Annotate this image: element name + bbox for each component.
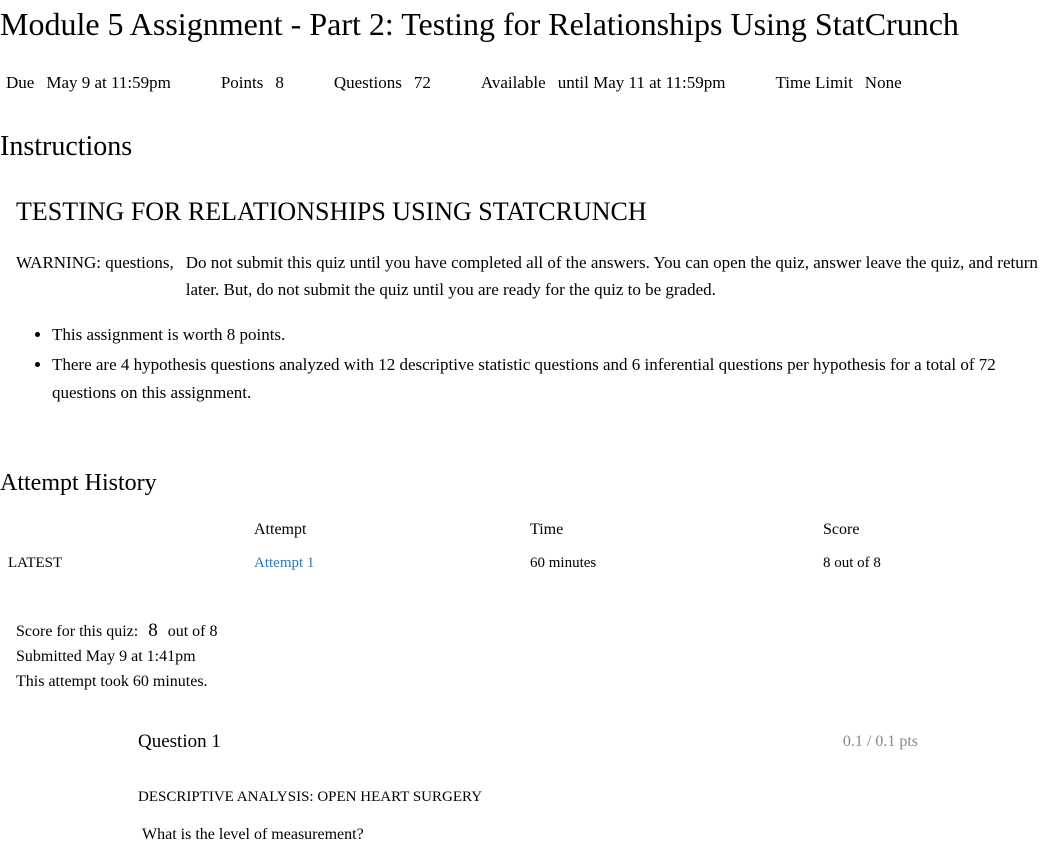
instructions-heading: Instructions (0, 131, 1062, 163)
meta-timelimit: Time Limit None (775, 73, 901, 93)
duration-line: This attempt took 60 minutes. (16, 670, 1062, 695)
meta-questions: Questions 72 (334, 73, 431, 93)
timelimit-value: None (865, 73, 902, 93)
score-earned: 8 (148, 616, 158, 645)
points-value: 8 (275, 73, 284, 93)
question-card: Question 1 0.1 / 0.1 pts DESCRIPTIVE ANA… (110, 713, 938, 864)
bullet-item: This assignment is worth 8 points. (52, 321, 1046, 349)
attempt-link[interactable]: Attempt 1 (254, 555, 314, 571)
attempt-status: LATEST (0, 547, 246, 580)
attempt-history-heading: Attempt History (0, 470, 1062, 497)
score-summary: Score for this quiz: 8 out of 8 Submitte… (16, 616, 1062, 695)
question-pts: 0.1 / 0.1 pts (843, 733, 918, 751)
warning-label-text: WARNING: questions, (16, 249, 174, 277)
due-value: May 9 at 11:59pm (46, 73, 171, 93)
instructions-bullets: This assignment is worth 8 points. There… (16, 321, 1046, 407)
question-body: DESCRIPTIVE ANALYSIS: OPEN HEART SURGERY… (138, 789, 918, 844)
instructions-box: TESTING FOR RELATIONSHIPS USING STATCRUN… (0, 183, 1062, 434)
points-label: Points (221, 73, 264, 93)
due-label: Due (6, 73, 34, 93)
table-row: LATEST Attempt 1 60 minutes 8 out of 8 (0, 547, 1062, 580)
col-header-status (0, 513, 246, 547)
warning-label: WARNING: questions, (16, 249, 174, 303)
meta-available: Available until May 11 at 11:59pm (481, 73, 726, 93)
meta-points: Points 8 (221, 73, 284, 93)
score-line: Score for this quiz: 8 out of 8 (16, 616, 1062, 645)
instructions-title: TESTING FOR RELATIONSHIPS USING STATCRUN… (16, 197, 1046, 227)
table-header-row: Attempt Time Score (0, 513, 1062, 547)
attempt-history-table: Attempt Time Score LATEST Attempt 1 60 m… (0, 513, 1062, 580)
question-prompt: What is the level of measurement? (142, 826, 918, 844)
attempt-time: 60 minutes (522, 547, 815, 580)
timelimit-label: Time Limit (775, 73, 852, 93)
submitted-line: Submitted May 9 at 1:41pm (16, 645, 1062, 670)
col-header-time: Time (522, 513, 815, 547)
page-title: Module 5 Assignment - Part 2: Testing fo… (0, 6, 1062, 43)
available-value: until May 11 at 11:59pm (558, 73, 726, 93)
warning-block: WARNING: questions, Do not submit this q… (16, 249, 1046, 303)
warning-text: Do not submit this quiz until you have c… (186, 249, 1046, 303)
question-header: Question 1 0.1 / 0.1 pts (138, 731, 918, 753)
available-label: Available (481, 73, 546, 93)
score-outof: out of 8 (168, 620, 218, 645)
bullet-item: There are 4 hypothesis questions analyze… (52, 351, 1046, 407)
attempt-score: 8 out of 8 (815, 547, 1062, 580)
question-label: Question 1 (138, 731, 221, 753)
questions-label: Questions (334, 73, 402, 93)
question-section-title: DESCRIPTIVE ANALYSIS: OPEN HEART SURGERY (138, 789, 918, 806)
col-header-score: Score (815, 513, 1062, 547)
assignment-meta-row: Due May 9 at 11:59pm Points 8 Questions … (0, 61, 1062, 105)
meta-due: Due May 9 at 11:59pm (6, 73, 171, 93)
col-header-attempt: Attempt (246, 513, 522, 547)
questions-value: 72 (414, 73, 431, 93)
score-label: Score for this quiz: (16, 620, 138, 645)
